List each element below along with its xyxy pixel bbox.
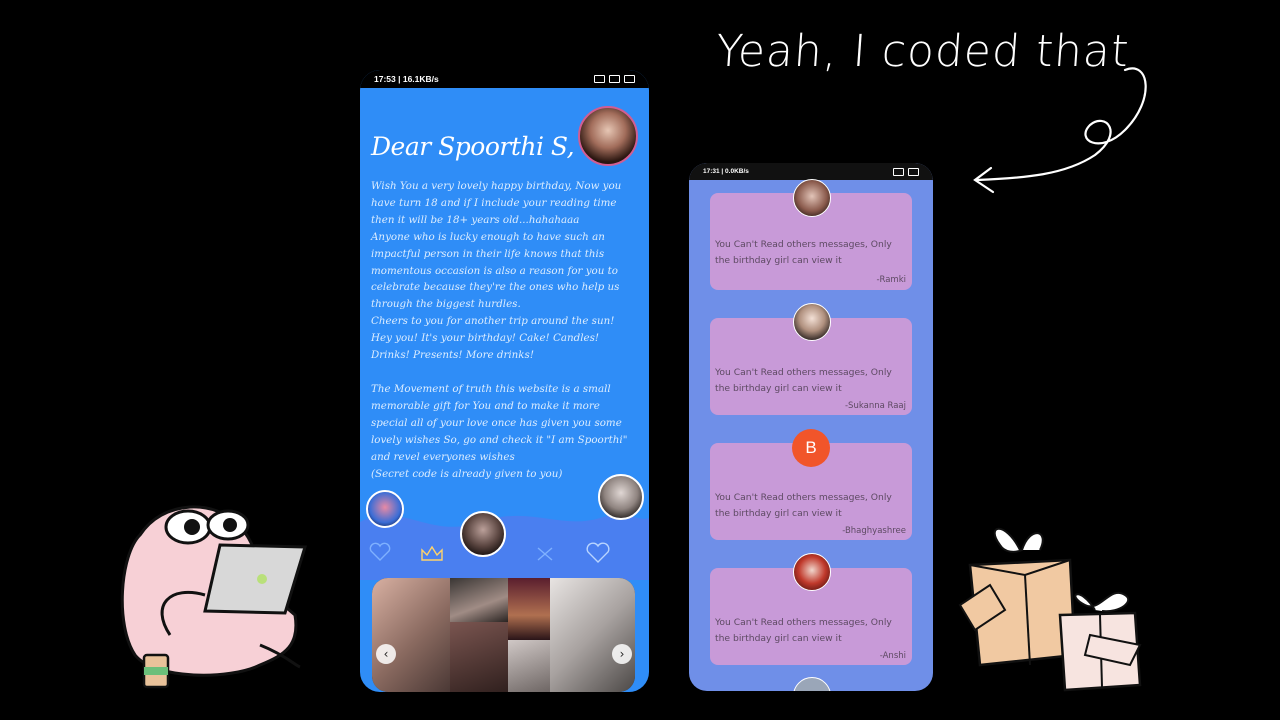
letter-paragraph: Hey you! It's your birthday! Cake! Candl… [371,332,600,362]
message-signature: -Ramki [876,275,906,285]
letter-body: Wish You a very lovely happy birthday, N… [371,178,639,482]
letter-paragraph: (Secret code is already given to you) [371,467,563,480]
message-signature: -Anshi [879,651,906,661]
message-text: You Can't Read others messages, Only the… [715,617,892,644]
letter-paragraph: Anyone who is lucky enough to have such … [371,230,620,311]
status-bar: 17:53 | 16.1KB/s [360,70,649,88]
status-icons [893,167,919,176]
friend-avatar[interactable] [366,490,404,528]
gallery-photo [508,578,550,640]
gallery-next-button[interactable]: › [612,644,632,664]
letter-paragraph: Wish You a very lovely happy birthday, N… [371,180,622,226]
message-signature: -Sukanna Raaj [844,401,906,411]
heart-icon [369,542,391,561]
phone-messages: 17:31 | 0.0KB/s You Can't Read others me… [689,163,933,691]
phone-birthday-letter: 17:53 | 16.1KB/s Dear Spoorthi S, Wish Y… [360,70,649,692]
message-text: You Can't Read others messages, Only the… [715,239,892,266]
icon-row [369,542,610,563]
glasses-icon [537,547,553,561]
gallery-photo [450,578,508,622]
gallery-photo [450,622,508,692]
friend-avatar[interactable] [598,474,644,520]
status-icons [594,75,635,83]
crown-icon [421,545,443,561]
photo-gallery[interactable]: ‹ › [372,578,635,692]
message-text: You Can't Read others messages, Only the… [715,492,892,519]
status-time: 17:31 | 0.0KB/s [703,168,749,175]
status-bar: 17:31 | 0.0KB/s [689,163,933,180]
letter-title: Dear Spoorthi S, [371,132,575,161]
sender-avatar [793,553,831,591]
cartoon-character-with-laptop [120,505,308,689]
sender-avatar [793,303,831,341]
message-signature: -Bhaghyashree [842,526,906,536]
sender-avatar [793,677,831,691]
profile-avatar [578,106,638,166]
letter-paragraph: The Movement of truth this website is a … [371,382,628,463]
gallery-photo [372,578,450,692]
status-time: 17:53 | 16.1KB/s [374,74,439,84]
sender-avatar [793,179,831,217]
heart-icon [586,542,610,563]
curly-arrow-icon [973,67,1147,194]
gallery-photo [508,640,550,692]
gallery-prev-button[interactable]: ‹ [376,644,396,664]
gift-boxes [958,527,1142,692]
sender-initial-avatar: B [792,429,830,467]
gallery-photo [550,578,635,692]
letter-paragraph: Cheers to you for another trip around th… [371,315,615,328]
message-text: You Can't Read others messages, Only the… [715,367,892,394]
